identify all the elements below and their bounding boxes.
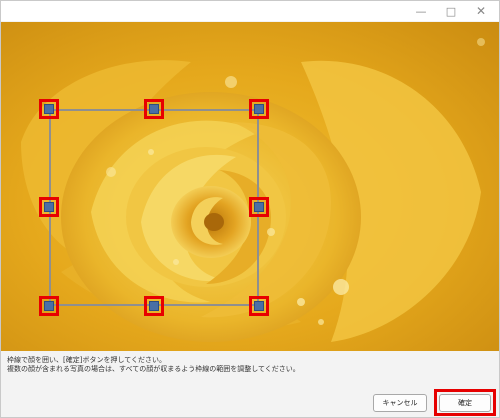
handle-bottom-right[interactable] — [249, 296, 269, 316]
close-icon[interactable]: ✕ — [467, 1, 495, 21]
handle-bottom-center[interactable] — [144, 296, 164, 316]
handle-knob — [44, 202, 54, 212]
handle-knob — [254, 202, 264, 212]
handle-middle-right[interactable] — [249, 197, 269, 217]
maximize-icon[interactable]: □ — [437, 1, 465, 21]
instruction-line-2: 複数の顔が含まれる写真の場合は、すべての顔が収まるよう枠線の範囲を調整してくださ… — [7, 365, 300, 373]
handle-middle-left[interactable] — [39, 197, 59, 217]
minimize-icon[interactable]: — — [407, 1, 435, 21]
photo-preview — [1, 22, 499, 351]
confirm-button[interactable]: 確定 — [439, 394, 491, 412]
handle-knob — [149, 301, 159, 311]
handle-knob — [254, 104, 264, 114]
handle-top-center[interactable] — [144, 99, 164, 119]
handle-top-right[interactable] — [249, 99, 269, 119]
handle-bottom-left[interactable] — [39, 296, 59, 316]
title-bar: — □ ✕ — [1, 1, 499, 21]
face-frame-dialog: — □ ✕ 枠線で顔を囲い、[確定]ボタンを押してください。 複数の顔が含まれる… — [0, 0, 500, 418]
handle-knob — [254, 301, 264, 311]
handle-top-left[interactable] — [39, 99, 59, 119]
handle-knob — [149, 104, 159, 114]
instruction-text: 枠線で顔を囲い、[確定]ボタンを押してください。 複数の顔が含まれる写真の場合は… — [7, 356, 300, 374]
cancel-button[interactable]: キャンセル — [373, 394, 427, 412]
handle-knob — [44, 301, 54, 311]
instruction-line-1: 枠線で顔を囲い、[確定]ボタンを押してください。 — [7, 356, 167, 364]
handle-knob — [44, 104, 54, 114]
